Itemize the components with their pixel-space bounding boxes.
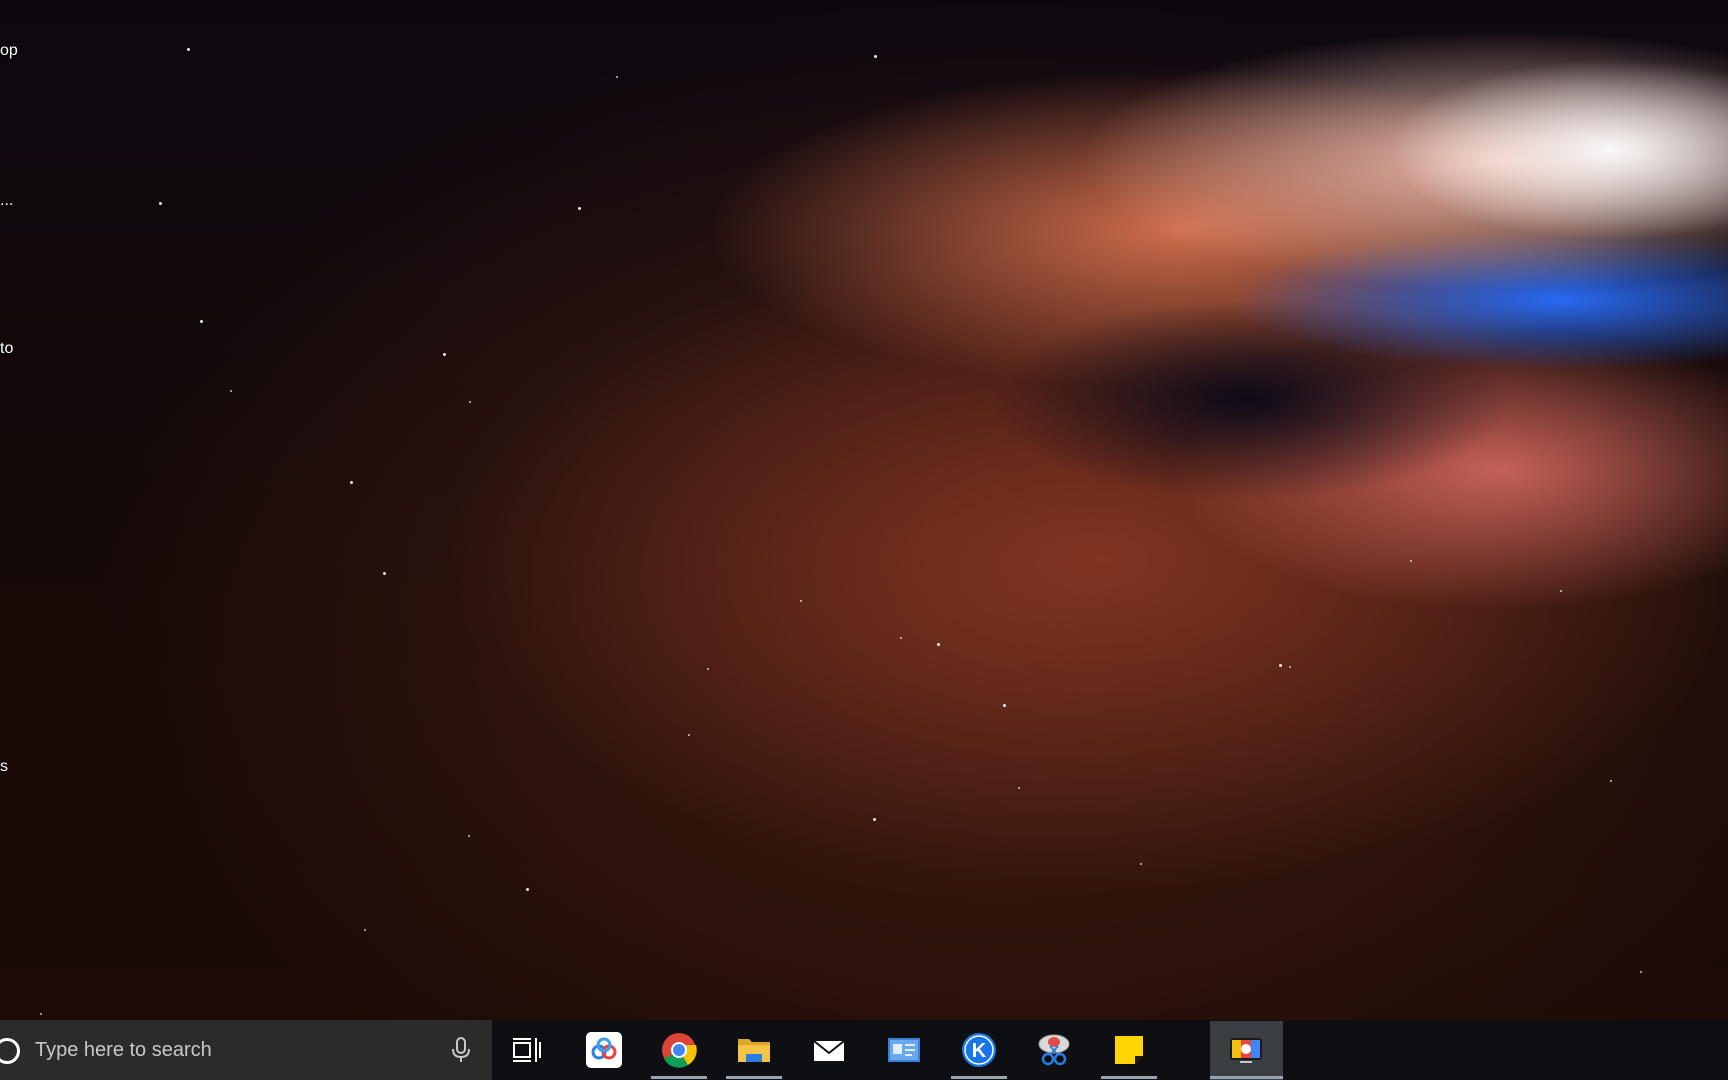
star: [443, 353, 446, 356]
microphone-icon[interactable]: [450, 1036, 472, 1064]
id-card-icon[interactable]: [886, 1032, 922, 1068]
running-indicator: [1210, 1076, 1283, 1079]
star: [707, 668, 709, 670]
taskbar: Type here to search K: [0, 1020, 1728, 1080]
scissors-icon[interactable]: [1036, 1032, 1072, 1068]
star: [900, 637, 902, 639]
star: [1410, 560, 1412, 562]
star: [1610, 780, 1612, 782]
task-view-icon[interactable]: [512, 1036, 542, 1064]
star: [526, 888, 529, 891]
tv-app-icon[interactable]: [1228, 1032, 1264, 1068]
star: [937, 643, 940, 646]
k-circle-icon[interactable]: K: [961, 1032, 997, 1068]
running-indicator: [1101, 1076, 1157, 1079]
running-indicator: [951, 1076, 1007, 1079]
desktop-icon-label[interactable]: op: [0, 42, 18, 60]
star: [873, 818, 876, 821]
star: [383, 572, 386, 575]
chrome-icon[interactable]: [661, 1032, 697, 1068]
star: [159, 202, 162, 205]
star: [1560, 590, 1562, 592]
star: [40, 1013, 42, 1015]
star: [200, 320, 203, 323]
star: [874, 55, 877, 58]
search-box[interactable]: Type here to search: [0, 1020, 492, 1080]
desktop-icon-label[interactable]: to: [0, 340, 13, 358]
star: [688, 734, 690, 736]
star: [230, 390, 232, 392]
desktop-icon-label[interactable]: s: [0, 758, 8, 776]
svg-text:K: K: [972, 1040, 987, 1062]
star: [800, 600, 802, 602]
sticky-note-icon[interactable]: [1111, 1032, 1147, 1068]
desktop-icon-label[interactable]: ...: [0, 192, 13, 210]
search-input[interactable]: Type here to search: [35, 1039, 212, 1062]
star: [1640, 971, 1642, 973]
search-circle-icon[interactable]: [0, 1038, 20, 1064]
cloud-app-icon[interactable]: [586, 1032, 622, 1068]
star: [1003, 704, 1006, 707]
star: [468, 835, 470, 837]
star: [1140, 863, 1142, 865]
star: [1279, 664, 1282, 667]
star: [578, 207, 581, 210]
star: [469, 401, 471, 403]
star: [616, 76, 618, 78]
running-indicator: [726, 1076, 782, 1079]
folder-icon[interactable]: [736, 1032, 772, 1068]
envelope-icon[interactable]: [811, 1032, 847, 1068]
running-indicator: [651, 1076, 707, 1079]
star: [350, 481, 353, 484]
star: [187, 48, 190, 51]
desktop-wallpaper: op ... to s: [0, 0, 1728, 1020]
star: [1018, 787, 1020, 789]
star: [1289, 666, 1291, 668]
star: [364, 929, 366, 931]
